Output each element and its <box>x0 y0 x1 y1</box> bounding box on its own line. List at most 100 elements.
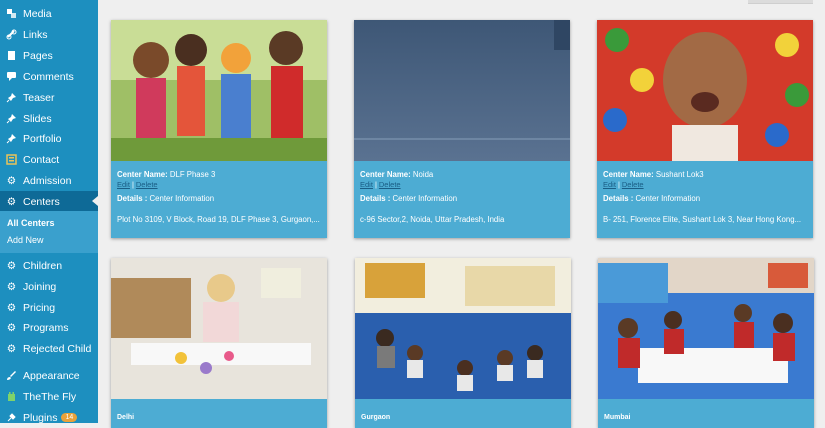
center-name: Sushant Lok3 <box>655 170 704 179</box>
center-name-label: Center Name: <box>360 170 411 179</box>
sidebar-item-rejected-child[interactable]: ⚙ Rejected Child <box>0 338 98 359</box>
plugin-icon <box>6 391 17 402</box>
center-details: Center Information <box>635 194 701 203</box>
delete-link[interactable]: Delete <box>379 180 401 189</box>
center-name-label: Center Name: <box>117 170 168 179</box>
centers-submenu: All Centers Add New <box>0 211 98 253</box>
sidebar-item-pages[interactable]: Pages <box>0 45 98 66</box>
sidebar-item-portfolio[interactable]: Portfolio <box>0 128 98 149</box>
update-count-badge: 14 <box>61 413 78 422</box>
sidebar-item-label: Centers <box>23 195 60 208</box>
comments-icon <box>6 71 17 82</box>
pin-icon <box>6 133 17 144</box>
sidebar-item-appearance[interactable]: Appearance <box>0 365 98 386</box>
center-address: Plot No 3109, V Block, Road 19, DLF Phas… <box>117 215 320 224</box>
sidebar-item-label: Portfolio <box>23 132 62 145</box>
sidebar-item-label: Admission <box>23 174 72 187</box>
delete-link[interactable]: Delete <box>622 180 644 189</box>
sidebar-item-children[interactable]: ⚙ Children <box>0 255 98 276</box>
center-title: Gurgaon <box>361 414 391 421</box>
center-name: DLF Phase 3 <box>169 170 216 179</box>
center-photo <box>111 20 327 161</box>
sidebar-item-links[interactable]: Links <box>0 24 98 45</box>
details-label: Details : <box>603 194 634 203</box>
center-card: Center Name: DLF Phase 3 Edit | Delete Det… <box>111 20 327 238</box>
gear-icon: ⚙ <box>6 321 17 334</box>
center-photo <box>598 258 814 399</box>
details-label: Details : <box>360 194 391 203</box>
center-photo <box>354 20 570 161</box>
center-card: Gurgaon <box>355 258 571 428</box>
center-address: B- 251, Florence Elite, Sushant Lok 3, N… <box>603 215 802 224</box>
sidebar-item-slides[interactable]: Slides <box>0 108 98 129</box>
gear-icon: ⚙ <box>6 259 17 272</box>
pin-icon <box>6 92 17 103</box>
edit-link[interactable]: Edit <box>360 180 373 189</box>
sidebar-item-thethe-fly[interactable]: TheThe Fly <box>0 386 98 407</box>
sidebar-item-programs[interactable]: ⚙ Programs <box>0 317 98 338</box>
details-label: Details : <box>117 194 148 203</box>
contact-icon <box>6 154 17 165</box>
pages-icon <box>6 50 17 61</box>
edit-link[interactable]: Edit <box>117 180 130 189</box>
center-card: Center Name: Noida Edit | Delete Details :… <box>354 20 570 238</box>
gear-icon: ⚙ <box>6 174 17 187</box>
center-info: Center Name: Sushant Lok3 Edit | Delete De… <box>603 170 809 225</box>
media-icon <box>6 8 17 19</box>
admin-sidebar: Media Links Pages Comments Teaser Slides… <box>0 0 98 424</box>
gear-icon: ⚙ <box>6 301 17 314</box>
sidebar-item-label: Teaser <box>23 91 55 104</box>
sidebar-item-teaser[interactable]: Teaser <box>0 87 98 108</box>
sidebar-item-admission[interactable]: ⚙ Admission <box>0 170 98 191</box>
sidebar-item-label: Joining <box>23 280 57 293</box>
brush-icon <box>6 370 17 381</box>
center-name-label: Center Name: <box>603 170 654 179</box>
gear-icon: ⚙ <box>6 195 17 208</box>
sidebar-item-label: Appearance <box>23 369 80 382</box>
delete-link[interactable]: Delete <box>136 180 158 189</box>
center-title: Delhi <box>117 414 135 421</box>
center-title: Mumbai <box>604 414 631 421</box>
sidebar-item-plugins[interactable]: Plugins 14 <box>0 407 98 428</box>
center-info: Center Name: DLF Phase 3 Edit | Delete Det… <box>117 170 323 225</box>
gear-icon: ⚙ <box>6 280 17 293</box>
submenu-all-centers[interactable]: All Centers <box>7 218 55 228</box>
center-card: Delhi <box>111 258 327 428</box>
sidebar-item-label: Pricing <box>23 301 56 314</box>
submenu-add-new[interactable]: Add New <box>7 235 44 245</box>
link-icon <box>6 29 17 40</box>
center-name: Noida <box>412 170 434 179</box>
pin-icon <box>6 113 17 124</box>
sidebar-item-label: Plugins <box>23 411 58 424</box>
link-separator: | <box>617 180 620 189</box>
center-card: Center Name: Sushant Lok3 Edit | Delete De… <box>597 20 813 238</box>
center-photo <box>355 258 571 399</box>
center-card: Mumbai <box>598 258 814 428</box>
sidebar-item-label: Slides <box>23 112 52 125</box>
link-separator: | <box>131 180 134 189</box>
link-separator: | <box>374 180 377 189</box>
edit-link[interactable]: Edit <box>603 180 616 189</box>
sidebar-item-label: Contact <box>23 153 60 166</box>
sidebar-item-label: Programs <box>23 321 69 334</box>
sidebar-item-label: Children <box>23 259 63 272</box>
sidebar-item-media[interactable]: Media <box>0 3 98 24</box>
gear-icon: ⚙ <box>6 342 17 355</box>
center-details: Center Information <box>149 194 215 203</box>
top-button[interactable] <box>748 0 813 4</box>
sidebar-item-label: Rejected Child <box>23 342 92 355</box>
center-info: Center Name: Noida Edit | Delete Details :… <box>360 170 566 225</box>
sidebar-item-label: TheThe Fly <box>23 390 77 403</box>
sidebar-item-joining[interactable]: ⚙ Joining <box>0 276 98 297</box>
sidebar-item-comments[interactable]: Comments <box>0 66 98 87</box>
center-photo <box>111 258 327 399</box>
sidebar-item-label: Pages <box>23 49 53 62</box>
sidebar-item-contact[interactable]: Contact <box>0 149 98 170</box>
center-photo <box>597 20 813 161</box>
sidebar-item-label: Comments <box>23 70 74 83</box>
plugin-icon <box>6 412 17 423</box>
center-details: Center Information <box>392 194 458 203</box>
sidebar-item-pricing[interactable]: ⚙ Pricing <box>0 297 98 318</box>
sidebar-item-label: Media <box>23 7 52 20</box>
sidebar-item-centers[interactable]: ⚙ Centers <box>0 191 98 212</box>
